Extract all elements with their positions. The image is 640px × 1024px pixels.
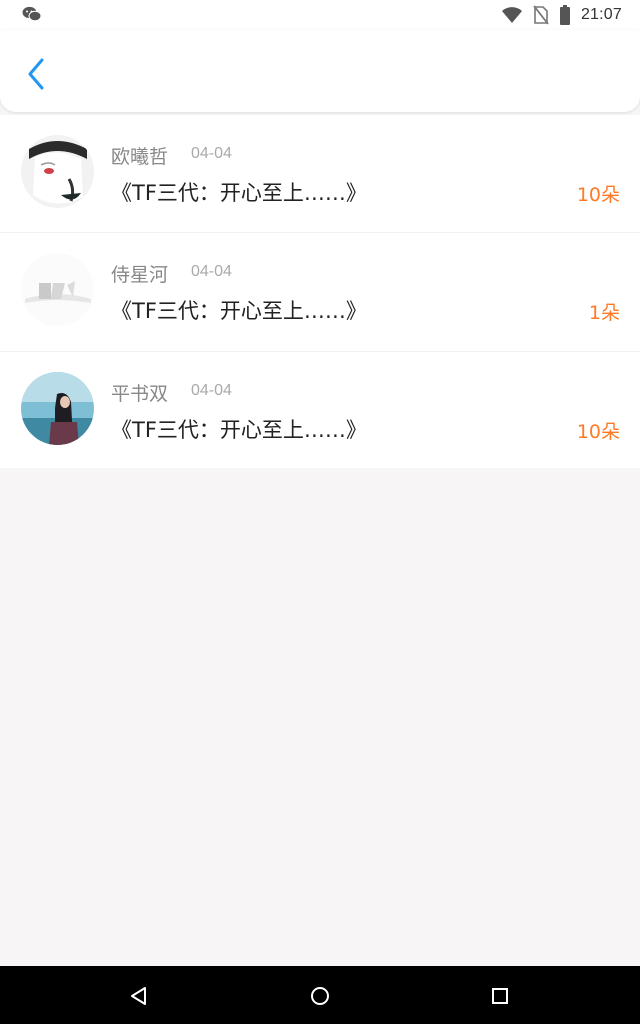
item-date: 04-04 [191,145,232,162]
work-title[interactable]: 《TF三代：开心至上……》 [111,177,367,207]
flower-count: 10朵 [576,421,620,443]
avatar[interactable] [21,135,94,208]
status-bar: 21:07 [0,0,640,30]
wifi-icon [501,7,522,23]
wechat-icon [22,6,42,22]
work-title[interactable]: 《TF三代：开心至上……》 [111,414,367,444]
user-name: 侍星河 [111,264,169,286]
list-item[interactable]: 侍星河 04-04 《TF三代：开心至上……》 1朵 [0,232,640,349]
flower-count: 10朵 [576,184,620,206]
flower-list: 欧曦哲 04-04 《TF三代：开心至上……》 10朵 侍星河 04-04 《T… [0,115,640,468]
user-name: 平书双 [111,383,169,405]
header [0,30,640,112]
navigation-bar [0,966,640,1024]
avatar-image [21,253,94,326]
avatar-image [21,135,94,208]
item-date: 04-04 [191,382,232,399]
list-item[interactable]: 欧曦哲 04-04 《TF三代：开心至上……》 10朵 [0,115,640,232]
battery-icon [559,5,570,25]
avatar-image [21,372,94,445]
home-circle-icon[interactable] [309,985,331,1007]
user-name: 欧曦哲 [111,146,169,168]
status-time: 21:07 [580,6,622,23]
avatar[interactable] [21,253,94,326]
list-item[interactable]: 平书双 04-04 《TF三代：开心至上……》 10朵 [0,351,640,468]
flower-count: 1朵 [588,302,620,324]
chevron-left-icon [28,58,44,90]
back-button[interactable] [18,54,54,94]
work-title[interactable]: 《TF三代：开心至上……》 [111,295,367,325]
recents-square-icon[interactable] [489,985,511,1007]
item-date: 04-04 [191,263,232,280]
back-triangle-icon[interactable] [128,985,150,1007]
no-sim-icon [533,5,549,25]
avatar[interactable] [21,372,94,445]
